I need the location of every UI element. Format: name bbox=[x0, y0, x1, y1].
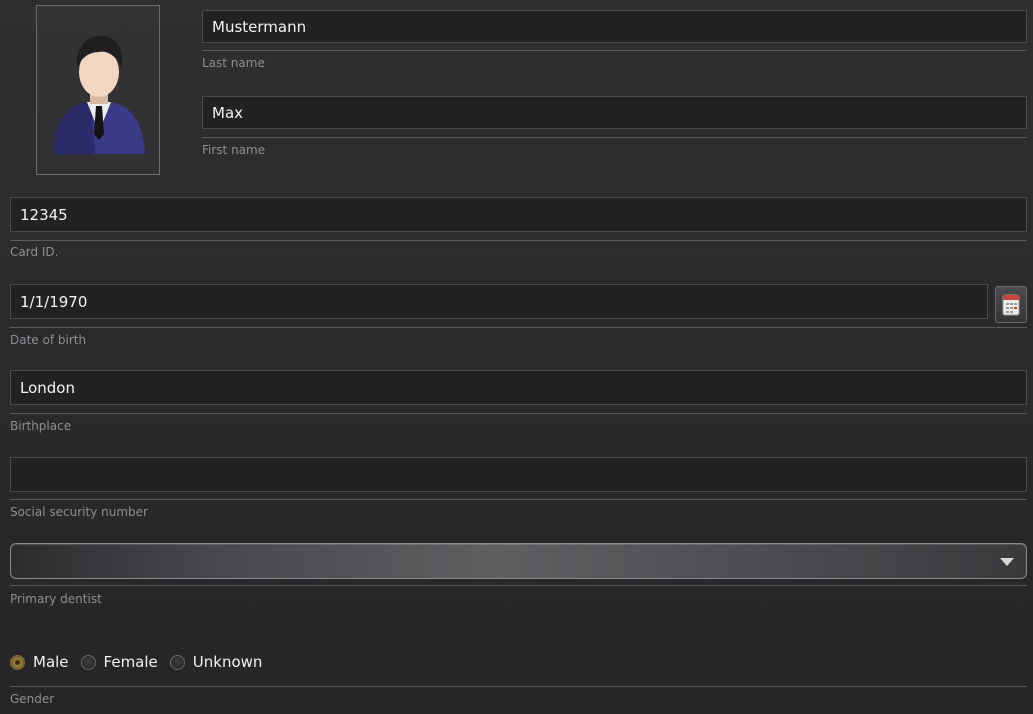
primary-dentist-dropdown[interactable] bbox=[10, 543, 1027, 579]
profile-photo[interactable] bbox=[36, 5, 160, 175]
date-of-birth-divider bbox=[10, 327, 1027, 328]
social-security-number-label: Social security number bbox=[10, 505, 148, 519]
date-of-birth-label: Date of birth bbox=[10, 333, 87, 347]
social-security-number-field[interactable] bbox=[10, 457, 1027, 492]
person-in-suit-avatar-icon bbox=[53, 35, 145, 154]
calendar-button[interactable] bbox=[995, 286, 1027, 323]
gender-option-male[interactable]: Male bbox=[10, 653, 69, 671]
card-id-divider bbox=[10, 240, 1027, 241]
last-name-field[interactable]: Mustermann bbox=[202, 10, 1027, 43]
radio-unknown[interactable] bbox=[169, 654, 185, 670]
gender-option-unknown[interactable]: Unknown bbox=[169, 653, 263, 671]
gender-option-label: Female bbox=[103, 653, 158, 671]
gender-option-label: Male bbox=[33, 653, 69, 671]
radio-female[interactable] bbox=[80, 654, 96, 670]
first-name-field[interactable]: Max bbox=[202, 96, 1027, 129]
primary-dentist-label: Primary dentist bbox=[10, 592, 102, 606]
radio-male[interactable] bbox=[10, 654, 25, 670]
birthplace-divider bbox=[10, 413, 1027, 414]
first-name-label: First name bbox=[202, 143, 266, 157]
calendar-icon bbox=[1002, 294, 1020, 316]
birthplace-label: Birthplace bbox=[10, 419, 72, 433]
gender-radio-group: Male Female Unknown bbox=[10, 653, 274, 671]
chevron-down-icon bbox=[1000, 558, 1014, 566]
primary-dentist-divider bbox=[10, 585, 1027, 586]
gender-divider bbox=[10, 686, 1027, 687]
card-id-label: Card ID. bbox=[10, 245, 59, 259]
gender-option-label: Unknown bbox=[192, 653, 263, 671]
social-security-number-divider bbox=[10, 499, 1027, 500]
gender-label: Gender bbox=[10, 692, 55, 706]
first-name-divider bbox=[202, 137, 1027, 138]
card-id-field[interactable]: 12345 bbox=[10, 197, 1027, 232]
birthplace-field[interactable]: London bbox=[10, 370, 1027, 405]
gender-option-female[interactable]: Female bbox=[80, 653, 158, 671]
last-name-divider bbox=[202, 50, 1027, 51]
last-name-label: Last name bbox=[202, 56, 265, 70]
date-of-birth-field[interactable]: 1/1/1970 bbox=[10, 284, 988, 319]
